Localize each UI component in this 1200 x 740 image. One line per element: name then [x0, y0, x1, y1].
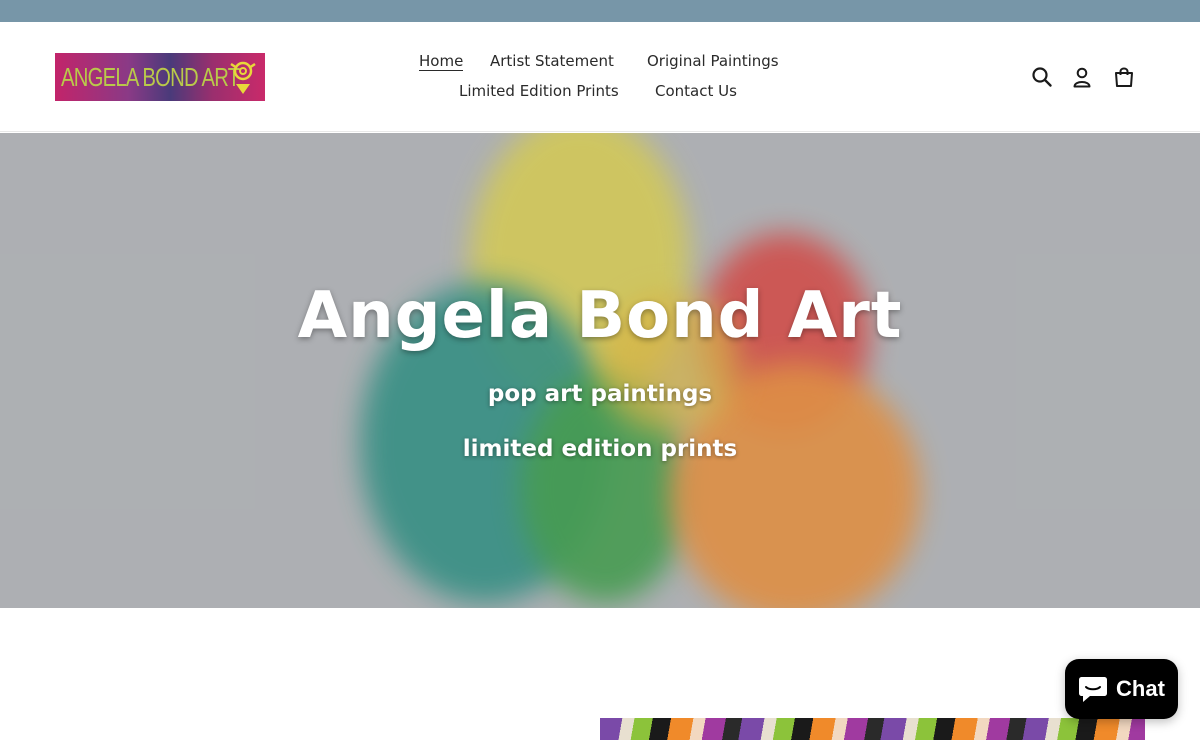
chat-button[interactable]: Chat: [1065, 659, 1178, 719]
cart-icon[interactable]: [1113, 66, 1135, 88]
spiral-triangle-logo-icon: [230, 61, 256, 94]
hero-subtitle-prints: limited edition prints: [462, 436, 738, 462]
user-icon[interactable]: [1071, 66, 1093, 88]
logo-text: ANGELA BOND ART: [61, 61, 240, 92]
announcement-bar: [0, 0, 1200, 22]
chat-bubble-icon: [1079, 677, 1108, 702]
nav-link-contact-us[interactable]: Contact Us: [655, 82, 737, 100]
hero-overlay: [0, 133, 1200, 608]
nav-link-limited-edition-prints[interactable]: Limited Edition Prints: [459, 82, 619, 100]
chat-label: Chat: [1116, 676, 1165, 701]
site-logo[interactable]: ANGELA BOND ART: [55, 53, 265, 101]
site-header: ANGELA BOND ART Home Artist Statement Or…: [0, 22, 1200, 132]
nav-link-original-paintings[interactable]: Original Paintings: [647, 52, 779, 70]
hero-banner: Angela Bond Art pop art paintings limite…: [0, 133, 1200, 608]
nav-link-artist-statement[interactable]: Artist Statement: [490, 52, 614, 70]
nav-link-home[interactable]: Home: [419, 52, 464, 71]
hero-subtitle-paintings: pop art paintings: [487, 381, 713, 407]
search-icon[interactable]: [1031, 66, 1053, 88]
featured-artwork-image[interactable]: [600, 718, 1145, 740]
hero-title: Angela Bond Art: [297, 279, 903, 353]
